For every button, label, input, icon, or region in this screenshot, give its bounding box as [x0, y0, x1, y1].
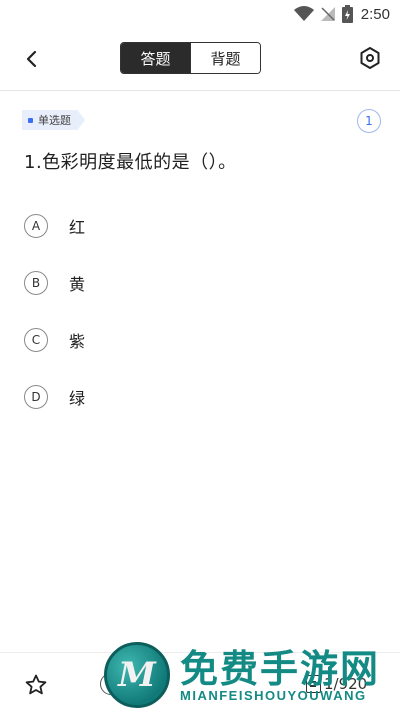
option-text: 黄 — [69, 275, 86, 294]
header-divider — [0, 90, 400, 91]
status-bar: 2:50 — [0, 0, 400, 28]
watermark-logo: M — [104, 642, 170, 708]
option-letter: D — [24, 385, 48, 409]
option-text: 绿 — [69, 389, 86, 408]
watermark: M 免费手游网 MIANFEISHOUYOUWANG — [100, 636, 400, 711]
settings-hexagon-icon — [360, 47, 380, 69]
signal-icon — [320, 7, 335, 21]
option-b[interactable]: B 黄 — [24, 270, 324, 296]
tab-answer[interactable]: 答题 — [121, 43, 190, 73]
favorite-button[interactable] — [24, 673, 48, 697]
question-number-badge[interactable]: 1 — [357, 109, 381, 133]
header: 答题 背题 — [0, 28, 400, 90]
option-d[interactable]: D 绿 — [24, 384, 324, 410]
status-icons: 2:50 — [293, 4, 390, 24]
option-text: 紫 — [69, 332, 86, 351]
settings-button[interactable] — [356, 44, 384, 72]
mode-segmented-control: 答题 背题 — [120, 42, 261, 74]
option-letter: B — [24, 271, 48, 295]
status-time: 2:50 — [360, 5, 390, 23]
option-c[interactable]: C 紫 — [24, 327, 324, 353]
tab-memorize[interactable]: 背题 — [190, 43, 260, 73]
option-text: 红 — [69, 218, 86, 237]
battery-icon — [341, 5, 353, 23]
question-text: 1.色彩明度最低的是（）。 — [24, 152, 237, 173]
question-type-label: 单选题 — [38, 114, 71, 127]
watermark-subtitle: MIANFEISHOUYOUWANG — [180, 688, 367, 703]
watermark-title: 免费手游网 — [180, 647, 381, 691]
wifi-icon — [293, 6, 314, 21]
star-icon — [25, 674, 47, 695]
watermark-logo-letter: M — [118, 655, 156, 695]
option-a[interactable]: A 红 — [24, 213, 324, 239]
question-type-tag: 单选题 — [22, 110, 85, 130]
back-button[interactable] — [18, 46, 44, 72]
option-letter: A — [24, 214, 48, 238]
chevron-left-icon — [26, 50, 37, 68]
option-letter: C — [24, 328, 48, 352]
tag-dot-icon — [28, 117, 33, 123]
